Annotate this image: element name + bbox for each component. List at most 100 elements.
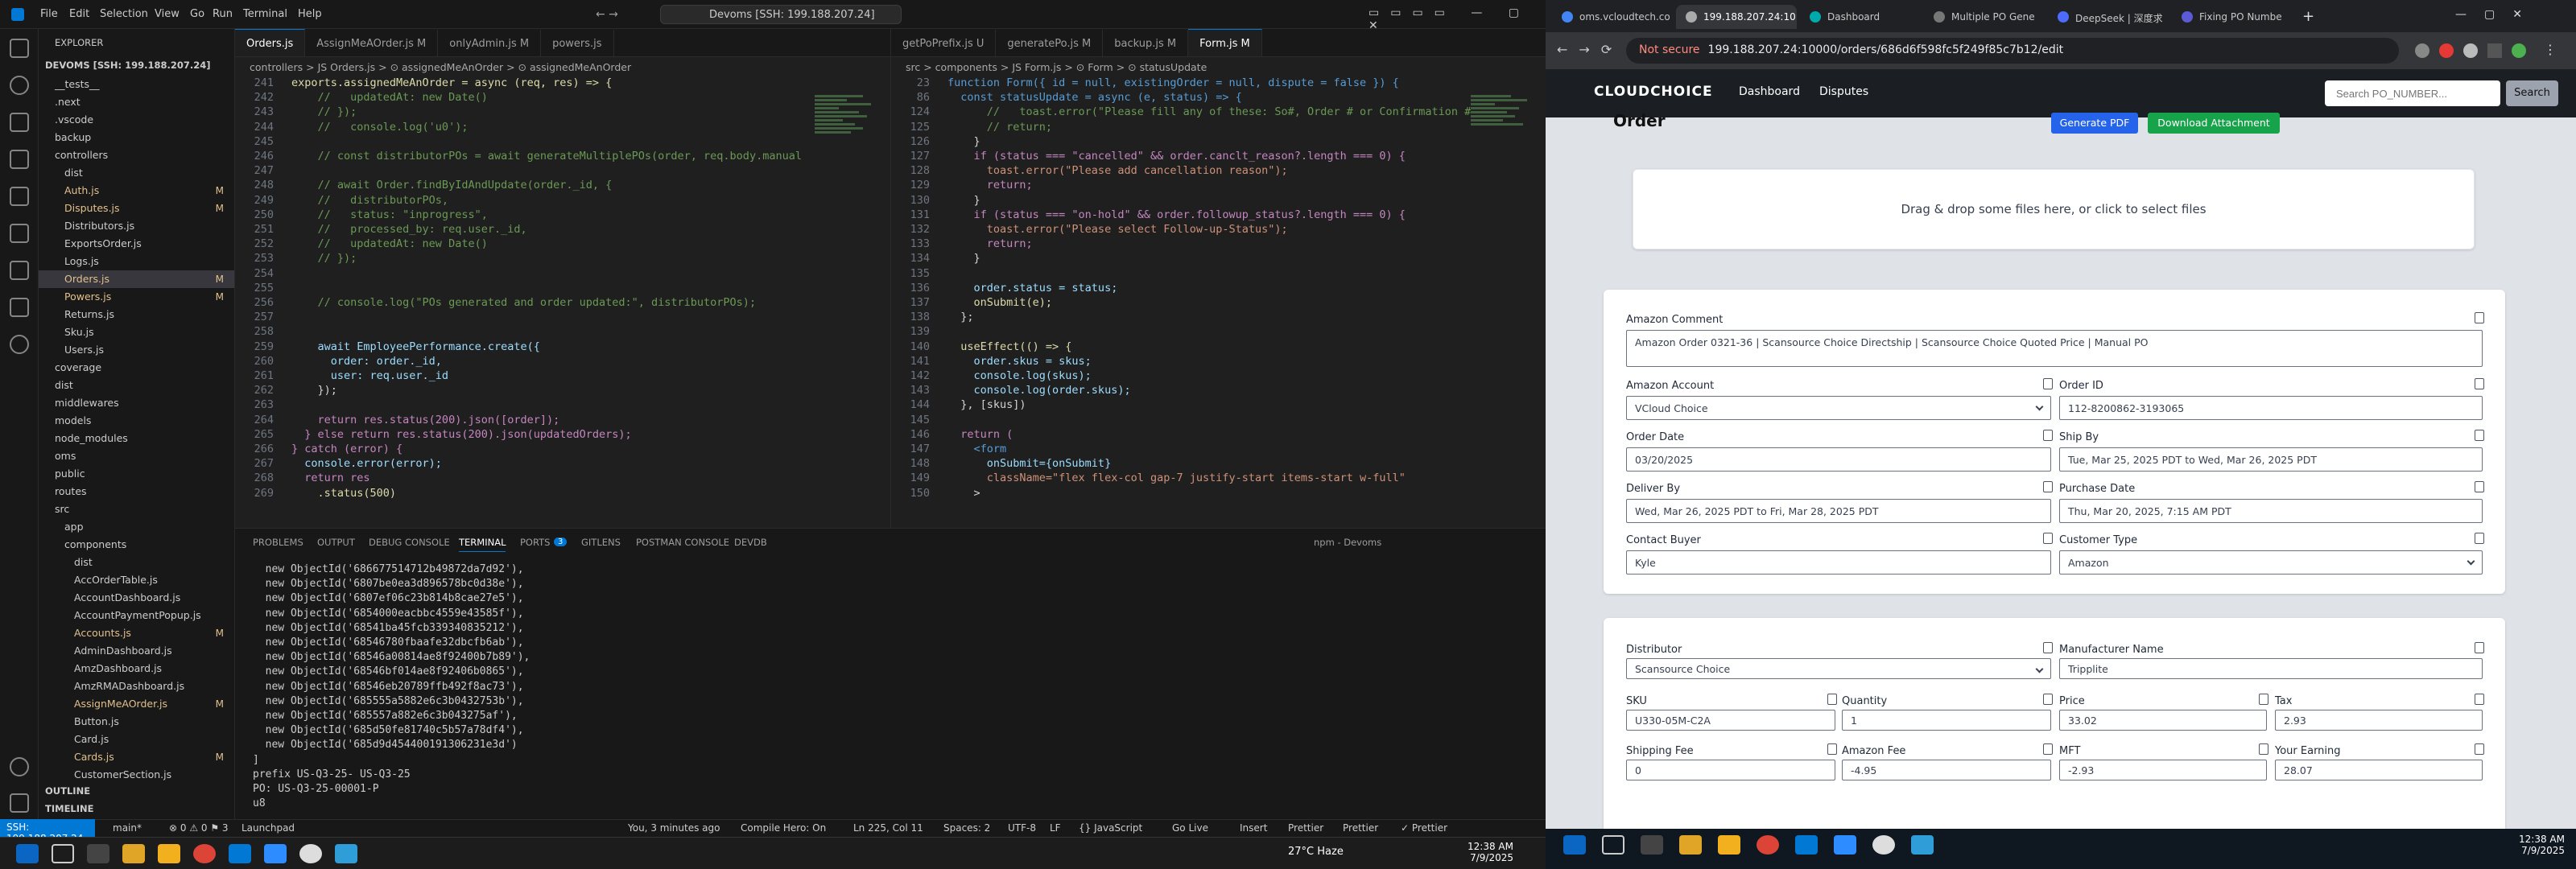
file-tree-item[interactable]: Auth.js M: [39, 182, 234, 200]
tab-assignmeaorder[interactable]: AssignMeAOrder.js M: [305, 30, 439, 56]
remote-explorer-icon[interactable]: [10, 224, 29, 243]
copy-icon[interactable]: [2043, 378, 2053, 389]
code-line[interactable]: 267 console.error(error);: [235, 456, 802, 471]
chrome-icon[interactable]: [1757, 835, 1779, 855]
search-icon[interactable]: [10, 76, 29, 95]
run-debug-icon[interactable]: [10, 150, 29, 169]
go-live[interactable]: Go Live: [1172, 822, 1208, 834]
code-line[interactable]: 269 .status(500): [235, 486, 802, 500]
copy-icon[interactable]: [2043, 694, 2053, 705]
copy-icon[interactable]: [2043, 533, 2053, 544]
tab-output[interactable]: OUTPUT: [317, 537, 355, 548]
file-tree-item[interactable]: __tests__: [39, 76, 234, 93]
prettier-3[interactable]: ✓ Prettier: [1401, 822, 1447, 834]
terminal-selector[interactable]: npm - Devoms: [1314, 537, 1381, 548]
file-tree-item[interactable]: public: [39, 465, 234, 483]
code-line[interactable]: 148 onSubmit={onSubmit}: [891, 456, 1484, 471]
code-line[interactable]: 263: [235, 397, 802, 412]
command-center[interactable]: Devoms [SSH: 199.188.207.24]: [660, 5, 902, 24]
file-tree-item[interactable]: ExportsOrder.js: [39, 235, 234, 253]
code-line[interactable]: 259 await EmployeePerformance.create({: [235, 340, 802, 354]
tax-field[interactable]: 2.93: [2275, 710, 2483, 731]
file-tree-item[interactable]: Returns.js: [39, 306, 234, 323]
file-explorer-icon[interactable]: [122, 844, 145, 863]
extensions-area[interactable]: ⋮: [2415, 42, 2568, 60]
code-line[interactable]: 266} catch (error) {: [235, 442, 802, 456]
file-tree-item[interactable]: dist: [39, 554, 234, 571]
tab-postman-console[interactable]: POSTMAN CONSOLE: [636, 537, 729, 548]
back-forward-reload-icon[interactable]: ←→⟳: [1557, 42, 1623, 57]
file-tree-item[interactable]: AssignMeAOrder.js M: [39, 695, 234, 713]
deliver-by-field[interactable]: Wed, Mar 26, 2025 PDT to Fri, Mar 28, 20…: [1626, 499, 2051, 523]
address-bar[interactable]: Not secure 199.188.207.24:10000/orders/68…: [1626, 38, 2399, 64]
code-line[interactable]: 135: [891, 266, 1484, 281]
code-line[interactable]: 251 // processed_by: req.user._id,: [235, 222, 802, 237]
database-icon[interactable]: [10, 298, 29, 317]
tab-terminal[interactable]: TERMINAL: [459, 537, 506, 552]
earning-field[interactable]: 28.07: [2275, 760, 2483, 780]
code-line[interactable]: 257: [235, 310, 802, 324]
menu-go[interactable]: Go: [190, 8, 204, 20]
tab-ports[interactable]: PORTS: [520, 537, 550, 548]
code-line[interactable]: 250 // status: "inprogress",: [235, 208, 802, 222]
code-line[interactable]: 134 }: [891, 251, 1484, 266]
sku-field[interactable]: U330-05M-C2A: [1626, 710, 1835, 731]
search-icon[interactable]: [1602, 835, 1624, 855]
cursor-position[interactable]: Ln 225, Col 11: [853, 822, 923, 834]
contact-buyer-field[interactable]: Kyle: [1626, 550, 2051, 575]
prettier-2[interactable]: Prettier: [1343, 822, 1378, 834]
ship-by-field[interactable]: Tue, Mar 25, 2025 PDT to Wed, Mar 26, 20…: [2059, 447, 2483, 472]
task-view-icon[interactable]: [1641, 835, 1663, 855]
code-line[interactable]: 130 }: [891, 193, 1484, 208]
extension-icon[interactable]: [2415, 43, 2429, 58]
code-line[interactable]: 128 toast.error("Please add cancellation…: [891, 163, 1484, 178]
file-tree-item[interactable]: Logs.js: [39, 253, 234, 270]
terminal-output[interactable]: new ObjectId('686677514712b49872da7d92')…: [253, 562, 530, 811]
file-dropzone[interactable]: Drag & drop some files here, or click to…: [1633, 169, 2475, 249]
extension-icon[interactable]: [2463, 43, 2478, 58]
account-icon[interactable]: [10, 757, 29, 776]
vscode-taskbar-icon[interactable]: [229, 844, 251, 863]
file-tree-item[interactable]: AccountPaymentPopup.js: [39, 607, 234, 624]
menu-run[interactable]: Run: [213, 8, 233, 20]
code-line[interactable]: 252 // updatedAt: new Date(): [235, 237, 802, 251]
code-line[interactable]: 150 >: [891, 486, 1484, 500]
code-line[interactable]: 133 return;: [891, 237, 1484, 251]
app-icon[interactable]: [1911, 835, 1934, 855]
file-tree-item[interactable]: src: [39, 500, 234, 518]
code-line[interactable]: 249 // distributorPOs,: [235, 193, 802, 208]
breadcrumb[interactable]: controllers > JS Orders.js > ⊙ assignedM…: [250, 61, 631, 73]
code-line[interactable]: 264 return res.status(200).json([order])…: [235, 413, 802, 427]
code-line[interactable]: 86 const statusUpdate = async (e, status…: [891, 90, 1484, 105]
insert-mode[interactable]: Insert: [1240, 822, 1267, 834]
file-tree-item[interactable]: Distributors.js: [39, 217, 234, 235]
price-field[interactable]: 33.02: [2059, 710, 2267, 731]
extension-icon[interactable]: [2439, 43, 2454, 58]
tab-getpoprefix[interactable]: getPoPrefix.js U: [891, 30, 997, 56]
file-tree-item[interactable]: Orders.js M: [39, 270, 234, 288]
file-tree-item[interactable]: routes: [39, 483, 234, 500]
file-tree-item[interactable]: Card.js: [39, 731, 234, 748]
eol[interactable]: LF: [1050, 822, 1061, 834]
weather-widget[interactable]: 27°C Haze: [1288, 846, 1344, 858]
breadcrumb[interactable]: src > components > JS Form.js > ⊙ Form >…: [906, 61, 1207, 73]
settings-gear-icon[interactable]: [10, 793, 29, 813]
file-tree-item[interactable]: components: [39, 536, 234, 554]
copy-icon[interactable]: [1827, 743, 1837, 755]
encoding[interactable]: UTF-8: [1008, 822, 1036, 834]
file-tree-item[interactable]: dist: [39, 164, 234, 182]
profile-icon[interactable]: [2512, 43, 2526, 58]
git-branch[interactable]: main*: [113, 822, 142, 834]
tab-onlyadmin[interactable]: onlyAdmin.js M: [438, 30, 542, 56]
file-tree-item[interactable]: AccountDashboard.js: [39, 589, 234, 607]
store-icon[interactable]: [158, 844, 180, 863]
mft-field[interactable]: -2.93: [2059, 760, 2267, 780]
git-blame[interactable]: You, 3 minutes ago: [628, 822, 720, 834]
code-area[interactable]: 241 exports.assignedMeAnOrder = async (re…: [235, 76, 802, 500]
copy-icon[interactable]: [2043, 430, 2053, 441]
menu-terminal[interactable]: Terminal: [243, 8, 287, 20]
tab-gitlens[interactable]: GITLENS: [581, 537, 621, 548]
code-line[interactable]: 255: [235, 281, 802, 295]
quantity-field[interactable]: 1: [1842, 710, 2051, 731]
extensions-icon[interactable]: [10, 187, 29, 206]
